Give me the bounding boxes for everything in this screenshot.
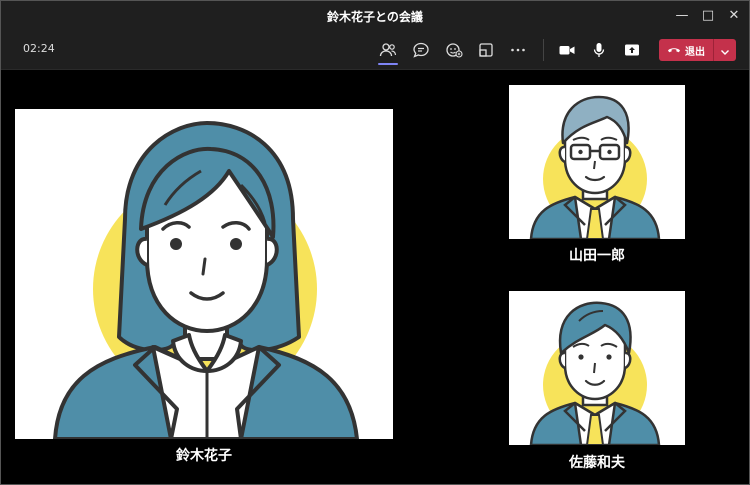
more-options-button[interactable] [505,37,531,63]
window-title: 鈴木花子との会議 [327,10,423,24]
view-button[interactable] [473,37,499,63]
participant-name-top-right: 山田一郎 [569,248,625,264]
participant-name-bottom-right: 佐藤和夫 [569,455,625,471]
participant-video-top-right[interactable] [509,85,685,239]
leave-options-button[interactable] [713,39,736,61]
meeting-window: 鈴木花子との会議 — □ ✕ 02:24 退出 鈴木花子 山田一郎 佐藤和夫 [0,0,750,485]
active-indicator [378,63,398,65]
share-icon [623,41,641,59]
camera-icon [558,41,576,59]
phone-icon [667,44,681,57]
mic-icon [590,41,608,59]
meeting-timer: 02:24 [23,42,55,55]
chevron-down-icon [720,41,730,60]
view-icon [477,41,495,59]
participant-name-main: 鈴木花子 [176,448,232,464]
chat-icon [412,41,430,59]
title-bar: 鈴木花子との会議 — □ ✕ [1,1,749,31]
meeting-toolbar: 02:24 退出 [1,31,749,70]
man-glasses-avatar-illustration [529,95,661,239]
toolbar-separator [543,39,544,61]
participant-video-bottom-right[interactable] [509,291,685,445]
participants-icon [379,41,397,59]
leave-label: 退出 [685,46,705,58]
more-icon [509,41,527,59]
chat-button[interactable] [408,37,434,63]
participant-video-main[interactable] [15,109,393,439]
man-avatar-illustration [529,301,661,445]
share-screen-button[interactable] [619,37,645,63]
close-button[interactable]: ✕ [717,1,749,31]
reactions-icon [445,41,463,59]
mic-button[interactable] [586,37,612,63]
camera-button[interactable] [554,37,580,63]
reactions-button[interactable] [441,37,467,63]
woman-avatar-illustration [53,121,359,439]
leave-button[interactable]: 退出 [659,39,713,61]
participants-button[interactable] [375,37,401,65]
video-stage: 鈴木花子 山田一郎 佐藤和夫 [1,70,749,484]
